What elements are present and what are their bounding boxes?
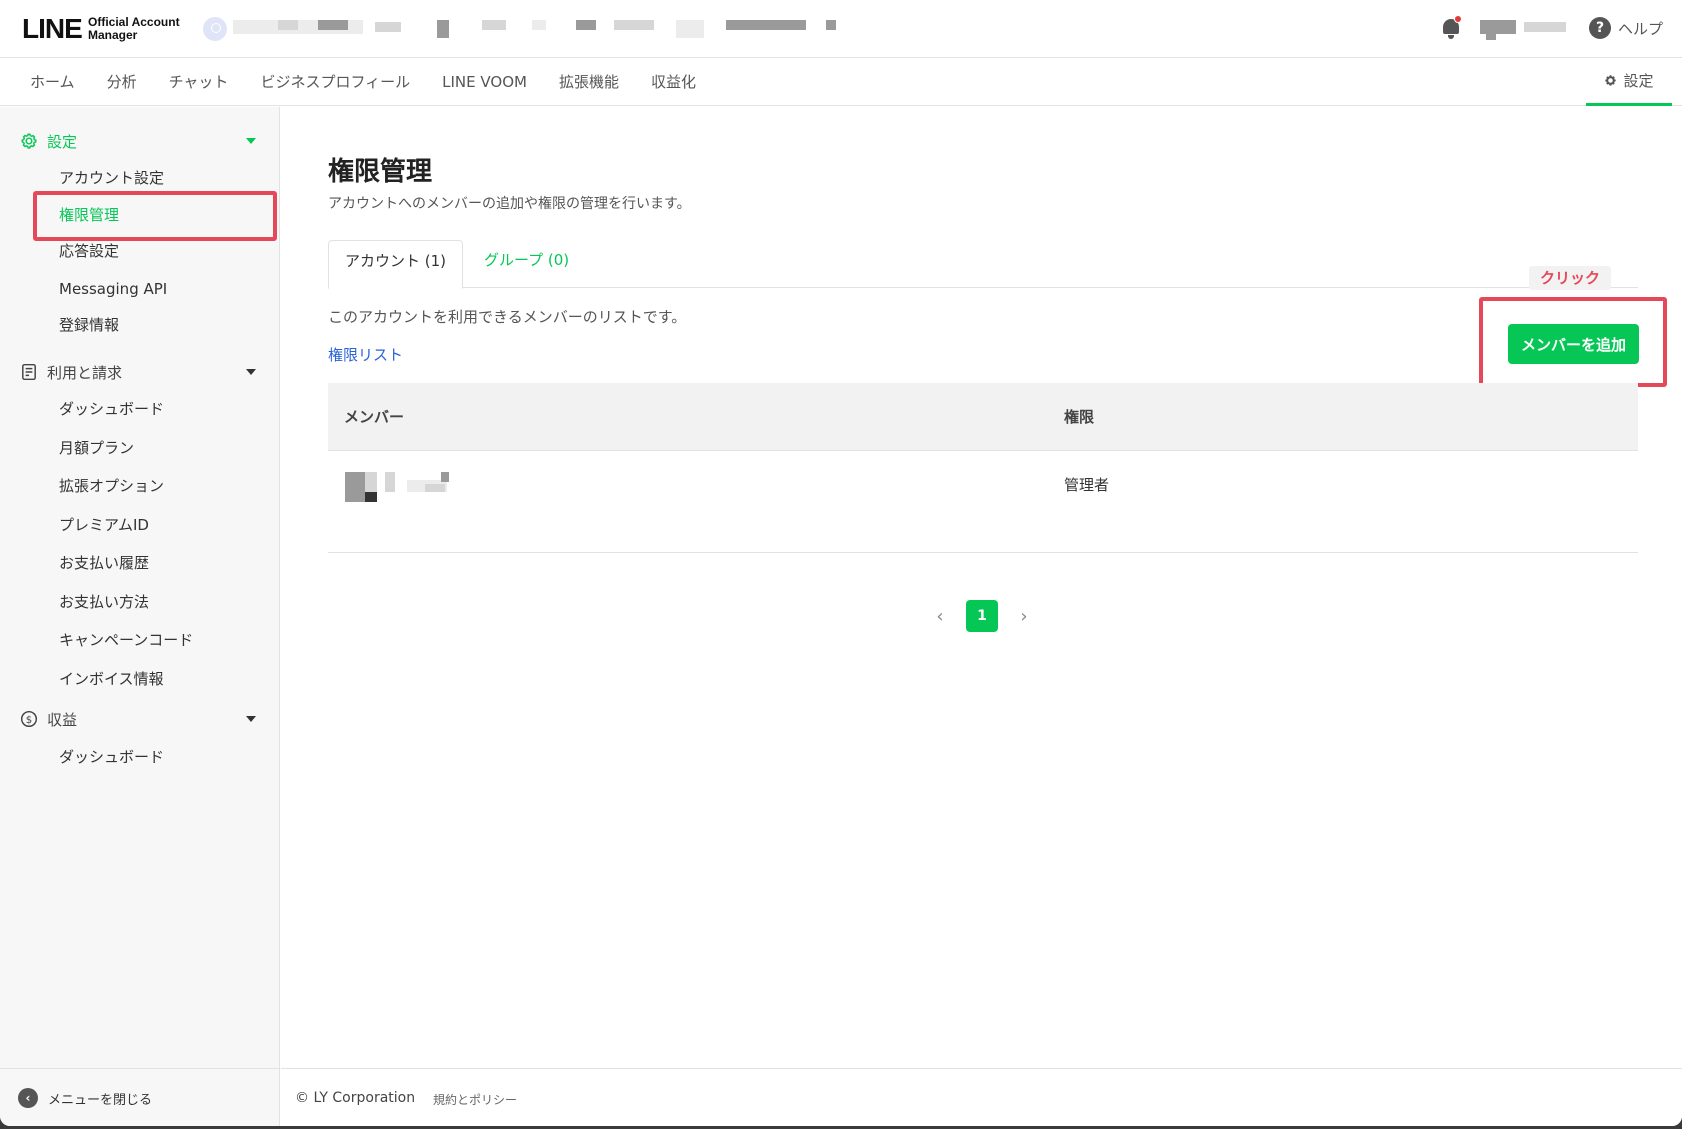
page-number-current[interactable]: 1 xyxy=(966,600,998,632)
sidebar-item-monthly-plan[interactable]: 月額プラン xyxy=(59,437,134,459)
column-header-permission: 権限 xyxy=(1064,408,1095,426)
chevron-right-icon[interactable]: › xyxy=(1018,606,1030,627)
nav-chat[interactable]: チャット xyxy=(169,58,229,106)
sidebar-item-extension-options[interactable]: 拡張オプション xyxy=(59,475,164,497)
sidebar-item-payment-method[interactable]: お支払い方法 xyxy=(59,591,149,613)
notification-bell-icon[interactable] xyxy=(1440,15,1462,40)
app-window: LINE Official Account Manager ? ヘルプ ホーム … xyxy=(0,0,1682,1126)
caret-down-icon xyxy=(246,716,256,722)
top-header: LINE Official Account Manager ? ヘルプ xyxy=(0,0,1682,58)
permission-list-link[interactable]: 権限リスト xyxy=(328,344,403,365)
sidebar-group-settings[interactable]: 設定 xyxy=(20,130,256,152)
sidebar-item-campaign-code[interactable]: キャンペーンコード xyxy=(59,629,193,651)
close-menu-label: メニューを閉じる xyxy=(48,1092,153,1108)
pagination: ‹ 1 › xyxy=(934,600,1030,632)
sidebar: 設定 アカウント設定 権限管理 応答設定 Messaging API 登録情報 … xyxy=(0,107,280,1126)
logo-subtitle: Official Account Manager xyxy=(88,16,180,42)
annotation-click-label: クリック xyxy=(1529,266,1611,290)
gear-icon xyxy=(21,133,37,149)
sidebar-group-usage-billing[interactable]: 利用と請求 xyxy=(20,361,256,383)
close-menu-button[interactable]: ‹ メニューを閉じる xyxy=(18,1088,152,1108)
caret-down-icon xyxy=(246,369,256,375)
caret-down-icon xyxy=(246,138,256,144)
sidebar-footer: ‹ メニューを閉じる xyxy=(0,1068,279,1126)
tab-group[interactable]: グループ (0) xyxy=(468,240,585,281)
annotation-highlight-box xyxy=(33,191,277,241)
page-description: アカウントへのメンバーの追加や権限の管理を行います。 xyxy=(328,196,691,212)
column-header-member: メンバー xyxy=(344,408,405,426)
svg-text:$: $ xyxy=(26,715,32,726)
account-avatar[interactable] xyxy=(203,17,227,41)
member-avatar-redacted xyxy=(345,472,455,502)
tab-bar: アカウント (1) グループ (0) xyxy=(328,240,1638,289)
help-link[interactable]: ? ヘルプ xyxy=(1589,17,1663,39)
help-label: ヘルプ xyxy=(1618,19,1664,38)
sidebar-item-premium-id[interactable]: プレミアムID xyxy=(59,514,149,536)
sidebar-group-label: 収益 xyxy=(47,710,78,729)
sidebar-item-account-settings[interactable]: アカウント設定 xyxy=(59,167,164,189)
chevron-left-icon[interactable]: ‹ xyxy=(934,606,946,627)
page-footer: © LY Corporation 規約とポリシー xyxy=(281,1068,1682,1126)
document-icon xyxy=(22,363,36,381)
logo-wordmark: LINE xyxy=(22,13,83,44)
chevron-left-icon: ‹ xyxy=(18,1088,38,1108)
notification-dot xyxy=(1454,15,1462,23)
copyright: © LY Corporation xyxy=(295,1090,416,1106)
sidebar-item-billing-dashboard[interactable]: ダッシュボード xyxy=(59,398,164,420)
sidebar-item-invoice-info[interactable]: インボイス情報 xyxy=(59,668,164,690)
table-row: 管理者 xyxy=(328,451,1638,553)
sidebar-item-payment-history[interactable]: お支払い履歴 xyxy=(59,552,149,574)
add-member-button[interactable]: メンバーを追加 xyxy=(1508,324,1639,364)
question-icon: ? xyxy=(1589,17,1611,39)
tab-account[interactable]: アカウント (1) xyxy=(328,240,464,289)
gear-icon xyxy=(1605,75,1617,86)
sidebar-item-registration-info[interactable]: 登録情報 xyxy=(59,314,119,336)
sidebar-item-response-settings[interactable]: 応答設定 xyxy=(59,240,119,262)
member-list-description: このアカウントを利用できるメンバーのリストです。 xyxy=(328,308,687,326)
nav-settings-label: 設定 xyxy=(1623,72,1654,90)
sidebar-item-messaging-api[interactable]: Messaging API xyxy=(59,278,167,300)
page-title: 権限管理 xyxy=(328,157,433,187)
nav-settings[interactable]: 設定 xyxy=(1586,58,1672,106)
nav-business-profile[interactable]: ビジネスプロフィール xyxy=(260,58,410,106)
nav-extensions[interactable]: 拡張機能 xyxy=(559,58,619,106)
member-role: 管理者 xyxy=(1064,476,1110,494)
dollar-circle-icon: $ xyxy=(20,710,38,728)
sidebar-group-revenue[interactable]: $ 収益 xyxy=(20,708,256,730)
member-table: メンバー 権限 管理者 xyxy=(328,383,1638,553)
sidebar-item-revenue-dashboard[interactable]: ダッシュボード xyxy=(59,746,164,768)
nav-home[interactable]: ホーム xyxy=(30,58,75,106)
sidebar-group-label: 利用と請求 xyxy=(47,363,123,382)
sidebar-group-label: 設定 xyxy=(47,132,78,151)
nav-monetization[interactable]: 収益化 xyxy=(651,58,696,106)
terms-policy-link[interactable]: 規約とポリシー xyxy=(433,1091,517,1108)
logo-subtitle-line2: Manager xyxy=(88,28,138,42)
main-content: 権限管理 アカウントへのメンバーの追加や権限の管理を行います。 アカウント (1… xyxy=(281,107,1682,1068)
nav-analytics[interactable]: 分析 xyxy=(107,58,137,106)
nav-line-voom[interactable]: LINE VOOM xyxy=(442,58,527,106)
table-header: メンバー 権限 xyxy=(328,383,1638,451)
main-nav: ホーム 分析 チャット ビジネスプロフィール LINE VOOM 拡張機能 収益… xyxy=(0,58,1682,106)
logo-subtitle-line1: Official Account xyxy=(88,15,180,29)
